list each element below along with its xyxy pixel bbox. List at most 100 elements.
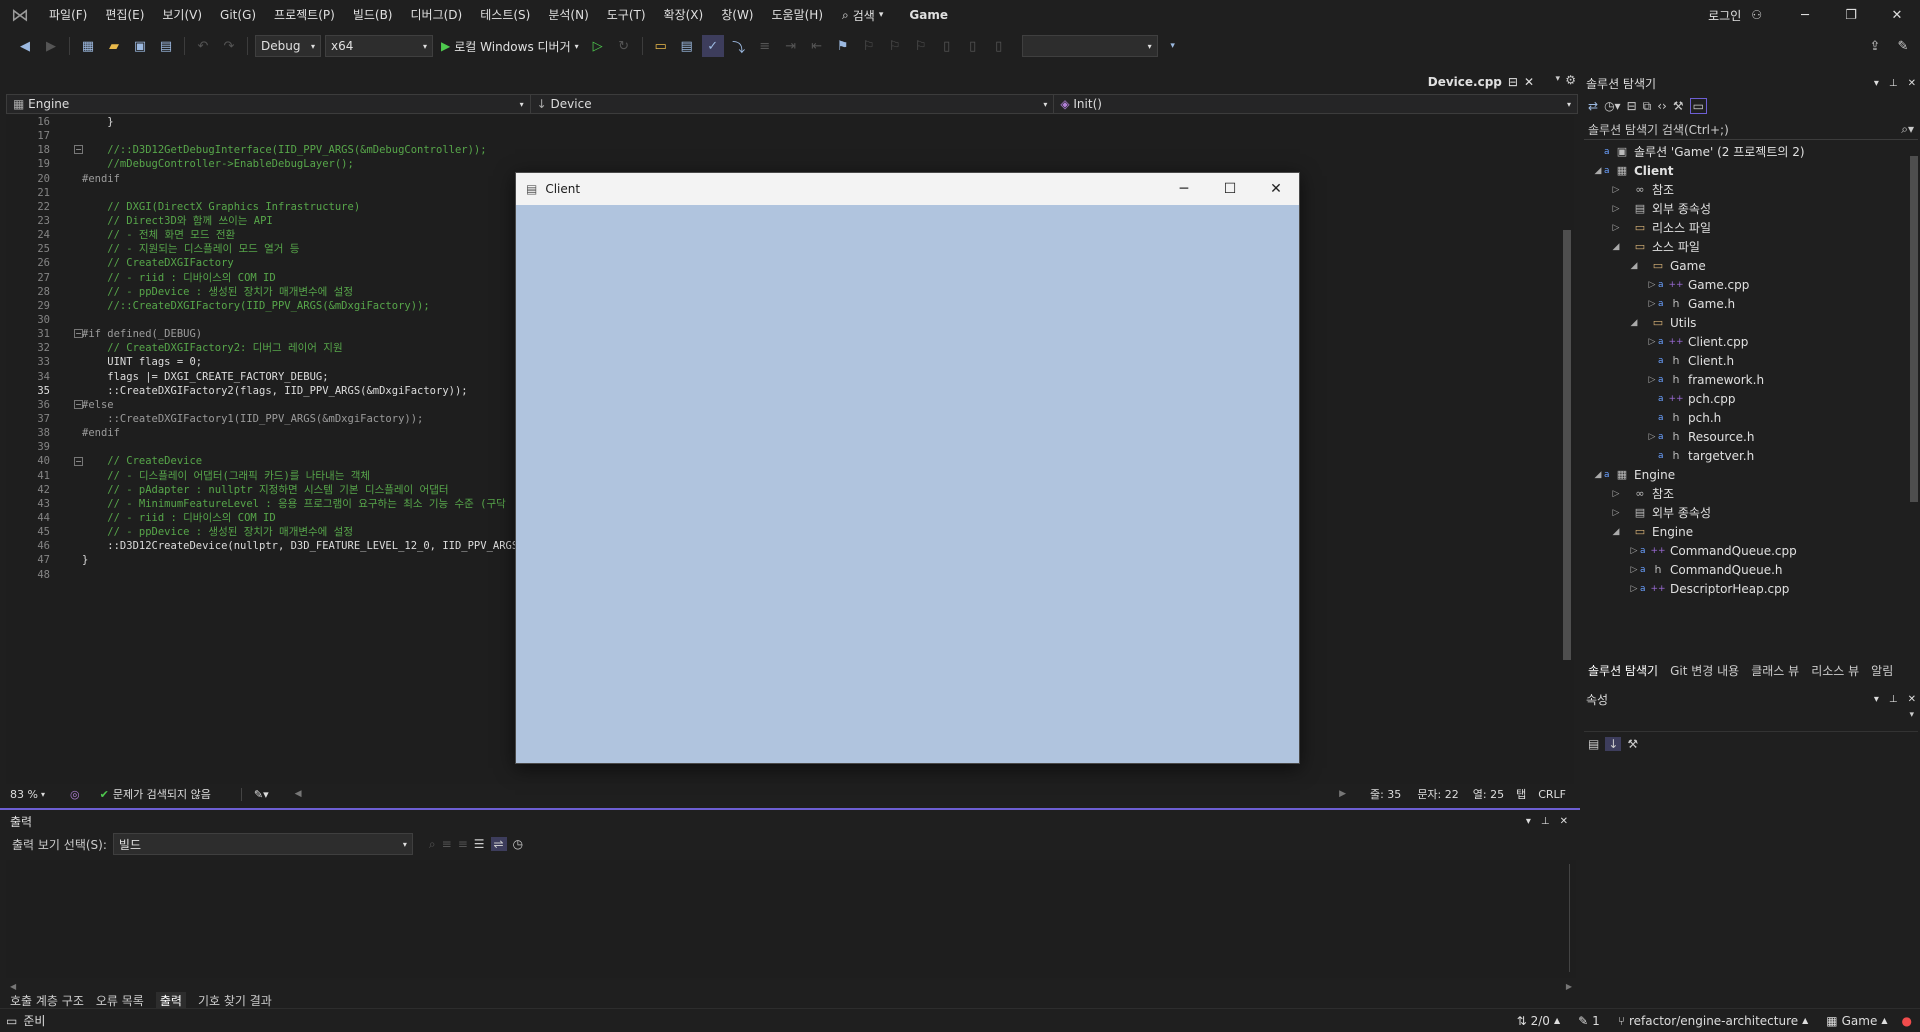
history-icon[interactable]: ◷▾ [1604,99,1621,113]
panel-dropdown-icon[interactable]: ▾ [1874,78,1879,89]
close-panel-icon[interactable]: ✕ [1560,816,1568,827]
menu-item[interactable]: 도움말(H) [763,0,833,30]
solution-search-input[interactable]: 솔루션 탐색기 검색(Ctrl+;) ⌕▾ [1584,120,1918,140]
code-line[interactable]: #endif [82,172,543,186]
column-indicator[interactable]: 열: 25 [1473,786,1504,802]
expand-icon[interactable]: ▷ [1628,565,1640,575]
expand-icon[interactable]: ▷ [1628,546,1640,556]
code-line[interactable]: // CreateDXGIFactory [82,256,543,270]
client-close-button[interactable]: ✕ [1253,173,1299,205]
code-line[interactable]: // - riid : 디바이스의 COM ID [82,271,543,285]
code-line[interactable]: // Direct3D와 함께 쓰이는 API [82,214,543,228]
member-nav-dropdown[interactable]: ◈ Init() ▾ [1054,95,1577,113]
panel-tab[interactable]: 출력 [155,992,186,1009]
categorized-icon[interactable]: ▤ [1588,737,1599,751]
menu-item[interactable]: 테스트(S) [471,0,539,30]
code-line[interactable] [82,568,543,582]
tree-item[interactable]: ▷ a h Resource.h [1586,427,1907,446]
alphabetical-icon[interactable]: ↓ [1605,737,1622,751]
tab-device-cpp[interactable]: Device.cpp ⊟ ✕ [1422,72,1540,92]
zoom-select[interactable]: 83 % ▾ [6,788,70,801]
panel-tab[interactable]: 솔루션 탐색기 [1588,662,1658,679]
output-hscroll[interactable]: ◀ ▶ [6,982,1576,992]
expand-icon[interactable]: ▷ [1628,584,1640,594]
char-indicator[interactable]: 문자: 22 [1417,786,1458,802]
next-message-icon[interactable]: ≡ [458,837,468,851]
client-app-window[interactable]: ▤ Client ─ ☐ ✕ [515,172,1300,764]
code-line[interactable]: flags |= DXGI_CREATE_FACTORY_DEBUG; [82,370,543,384]
tree-item[interactable]: ▷ a h CommandQueue.h [1586,560,1907,579]
line-indicator[interactable]: 줄: 35 [1370,786,1401,802]
hot-reload-icon[interactable]: ↻ [613,35,635,57]
configuration-select[interactable]: Debug ▾ [255,35,321,57]
redo-icon[interactable]: ↷ [218,35,240,57]
line-ending-indicator[interactable]: CRLF [1538,788,1566,801]
tree-item[interactable]: ◢ ▭ 소스 파일 [1586,237,1907,256]
tree-item[interactable]: ▷ ▤ 외부 종속성 [1586,503,1907,522]
output-source-select[interactable]: 빌드 ▾ [112,833,413,855]
menu-item[interactable]: 편집(E) [96,0,153,30]
expand-icon[interactable]: ▷ [1646,375,1658,385]
toolbar-overflow-icon[interactable]: ▾ [1162,35,1184,57]
close-button[interactable]: ✕ [1874,0,1920,30]
expand-icon[interactable]: ▷ [1610,489,1622,499]
code-line[interactable]: // - 디스플레이 어댑터(그래픽 카드)를 나타내는 객체 [82,469,543,483]
spellcheck-icon[interactable]: ✓ [701,35,724,57]
code-line[interactable] [82,129,543,143]
panel-tab[interactable]: 호출 계층 구조 [10,992,84,1009]
code-line[interactable]: ::CreateDXGIFactory2(flags, IID_PPV_ARGS… [82,384,543,398]
tree-item[interactable]: ◢ ▭ Game [1586,256,1907,275]
tree-item[interactable]: ▷ a h Game.h [1586,294,1907,313]
menu-item[interactable]: 디버그(D) [402,0,472,30]
code-line[interactable]: // - riid : 디바이스의 COM ID [82,511,543,525]
expand-icon[interactable]: ◢ [1610,242,1622,252]
outdent-icon[interactable]: ⇤ [806,35,828,57]
tree-item[interactable]: ◢ a ▦ Engine [1586,465,1907,484]
panel-tab[interactable]: Git 변경 내용 [1670,662,1739,679]
panel-dropdown-icon[interactable]: ▾ [1874,694,1879,705]
copilot-icon[interactable]: ◎ [70,788,80,801]
live-share-icon[interactable]: ⇪ [1864,35,1886,57]
back-icon[interactable]: ◀ [14,35,36,57]
timestamp-icon[interactable]: ◷ [513,837,523,851]
doc3-icon[interactable]: ▯ [988,35,1010,57]
code-line[interactable]: ::CreateDXGIFactory1(IID_PPV_ARGS(&mDxgi… [82,412,543,426]
code-line[interactable]: // - ppDevice : 생성된 장치가 매개변수에 설정 [82,525,543,539]
search-menu[interactable]: ⌕ 검색 ▾ [832,7,893,24]
code-line[interactable]: //::CreateDXGIFactory(IID_PPV_ARGS(&mDxg… [82,299,543,313]
menu-item[interactable]: 창(W) [712,0,762,30]
code-line[interactable]: #else [82,398,543,412]
doc2-icon[interactable]: ▯ [962,35,984,57]
panel-tab[interactable]: 기호 찾기 결과 [198,992,272,1009]
save-icon[interactable]: ▣ [129,35,151,57]
expand-icon[interactable]: ▷ [1646,280,1658,290]
tree-item[interactable]: ▷ a ++ Game.cpp [1586,275,1907,294]
panel-tab[interactable]: 클래스 뷰 [1751,662,1799,679]
tree-item[interactable]: ▷ a ++ DescriptorHeap.cpp [1586,579,1907,597]
forward-icon[interactable]: ▶ [40,35,62,57]
tree-item[interactable]: ▷ a h framework.h [1586,370,1907,389]
save-all-icon[interactable]: ▤ [155,35,177,57]
pin-icon[interactable]: ⊥ [1889,78,1898,89]
tree-item[interactable]: a h targetver.h [1586,446,1907,465]
find-combo[interactable]: ▾ [1021,35,1158,57]
code-line[interactable]: //::D3D12GetDebugInterface(IID_PPV_ARGS(… [82,143,543,157]
client-render-area[interactable] [516,205,1299,763]
close-panel-icon[interactable]: ✕ [1908,78,1916,89]
code-line[interactable]: // - 지원되는 디스플레이 모드 열거 등 [82,242,543,256]
open-file-icon[interactable]: ▰ [103,35,125,57]
maximize-button[interactable]: ❐ [1828,0,1874,30]
comment-icon[interactable]: ≡ [754,35,776,57]
tab-dropdown-icon[interactable]: ▾ [1555,74,1560,84]
menu-item[interactable]: 확장(X) [655,0,713,30]
code-line[interactable] [82,186,543,200]
tree-item[interactable]: ◢ ▭ Engine [1586,522,1907,541]
menu-item[interactable]: 빌드(B) [344,0,402,30]
tree-item[interactable]: ◢ ▭ Utils [1586,313,1907,332]
account-icon[interactable]: ⚇ [1751,8,1762,22]
code-cleanup-icon[interactable]: ✎▾ [240,787,269,801]
code-line[interactable]: #if defined(_DEBUG) [82,327,543,341]
tree-item[interactable]: a h pch.h [1586,408,1907,427]
menu-item[interactable]: 분석(N) [539,0,597,30]
clear-bookmarks-icon[interactable]: ⚐ [910,35,932,57]
